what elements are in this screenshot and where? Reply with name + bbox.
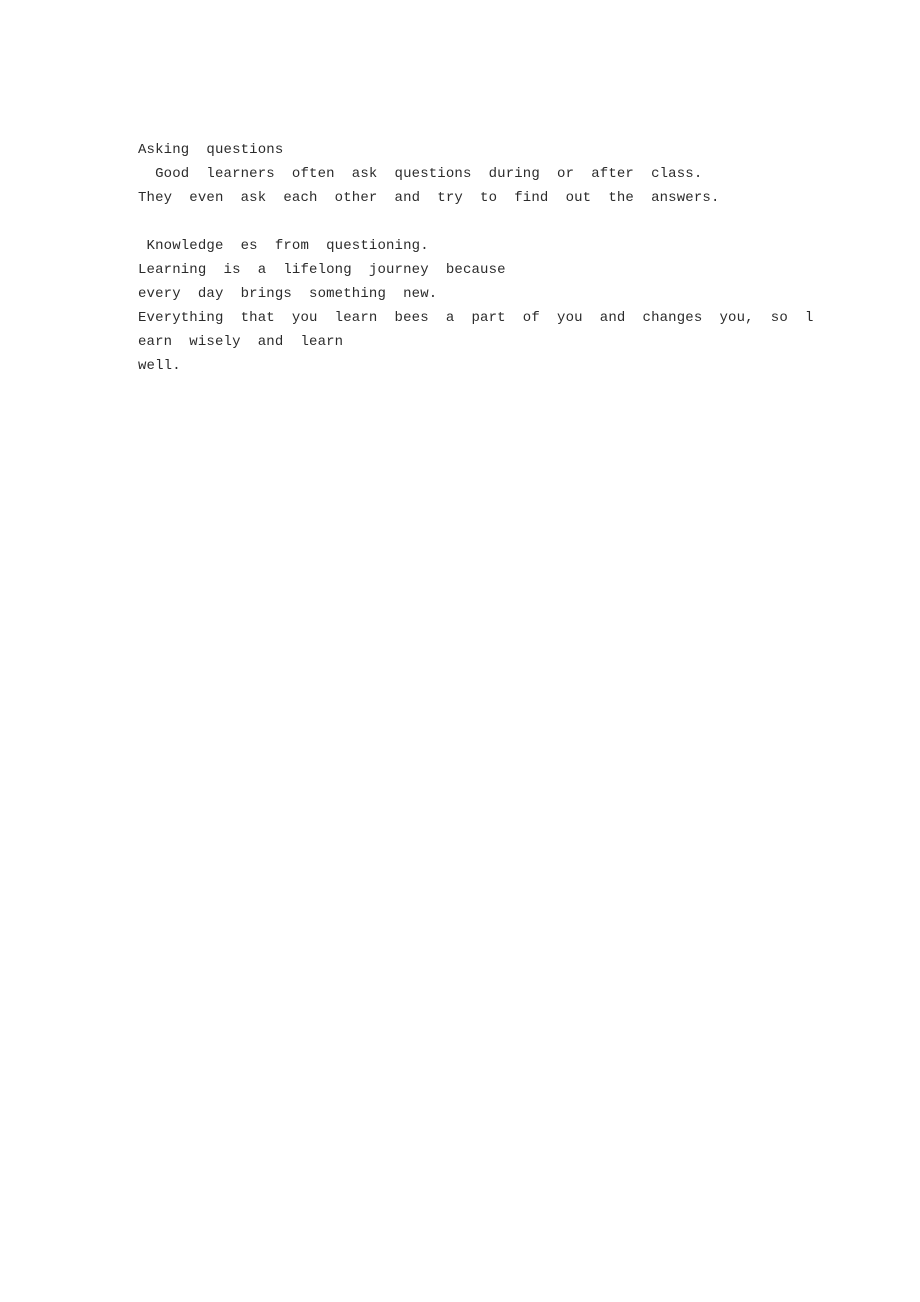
paragraph-knowledge-line-2: Learning is a lifelong journey because xyxy=(138,262,506,278)
paragraph-knowledge-line-6: well. xyxy=(138,358,181,374)
paragraph-asking-questions-line-2: They even ask each other and try to find… xyxy=(138,190,720,206)
document-text-body: Asking questions Good learners often ask… xyxy=(138,138,838,378)
paragraph-asking-questions-line-1: Good learners often ask questions during… xyxy=(138,166,703,182)
paragraph-knowledge-line-3: every day brings something new. xyxy=(138,286,438,302)
paragraph-spacer-line xyxy=(138,210,838,234)
paragraph-knowledge-line-1: Knowledge es from questioning. xyxy=(138,238,429,254)
paragraph-knowledge-line-4: Everything that you learn bees a part of… xyxy=(138,310,814,326)
document-page: Asking questions Good learners often ask… xyxy=(0,0,920,1302)
paragraph-knowledge-line-5: earn wisely and learn xyxy=(138,334,344,350)
document-heading: Asking questions xyxy=(138,142,284,158)
